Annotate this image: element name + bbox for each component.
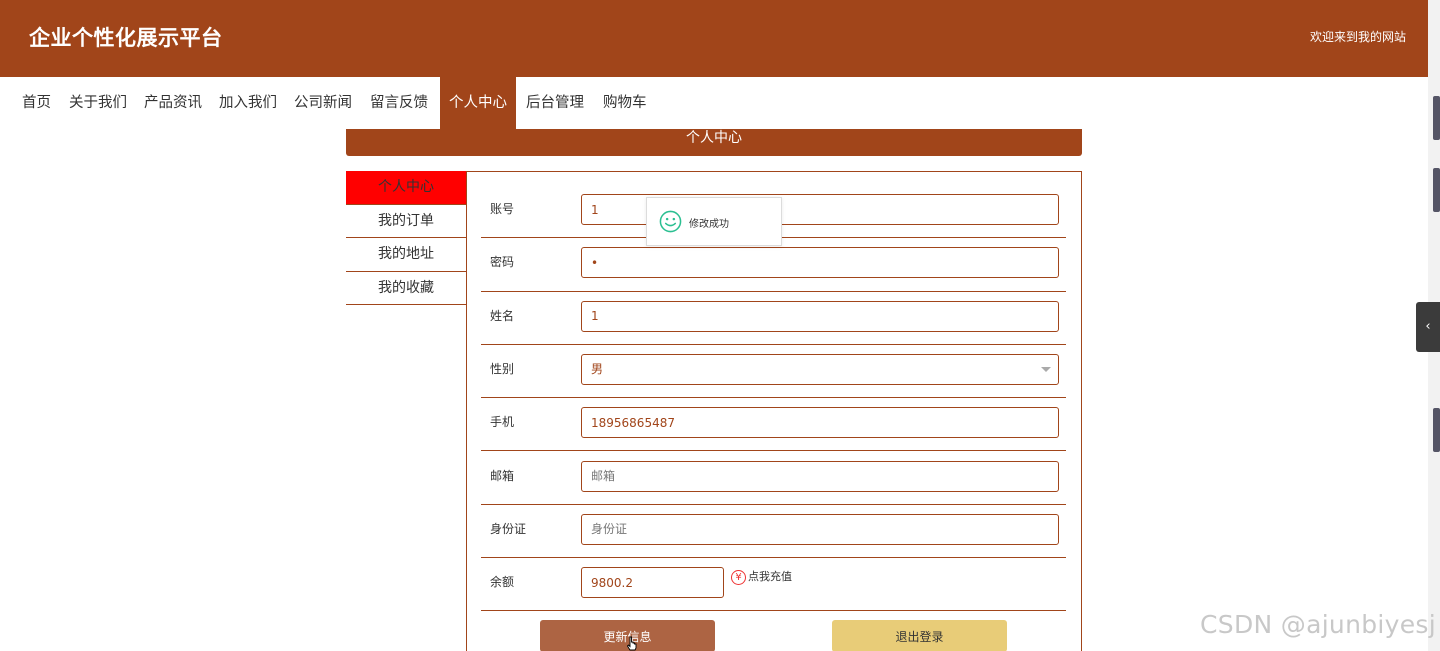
id-card-label: 身份证 <box>490 521 527 536</box>
recharge-link[interactable]: ¥ 点我充值 <box>731 568 792 586</box>
nav-item-home[interactable]: 首页 <box>14 77 59 129</box>
gender-select[interactable]: 男 <box>581 353 1059 385</box>
welcome-text: 欢迎来到我的网站 <box>1309 30 1406 44</box>
side-item-orders[interactable]: 我的订单 <box>346 205 466 238</box>
nav-item-news[interactable]: 公司新闻 <box>286 77 360 129</box>
nav-item-personal-center[interactable]: 个人中心 <box>440 77 516 129</box>
form-row-gender: 性别 男 <box>481 345 1066 399</box>
nav-item-admin[interactable]: 后台管理 <box>518 77 592 129</box>
chevron-left-icon[interactable]: ‹ <box>1416 302 1440 352</box>
form-row-email: 邮箱 <box>481 452 1066 505</box>
form-row-password: 密码 <box>481 238 1066 292</box>
recharge-label: 点我充值 <box>748 570 792 584</box>
password-input[interactable] <box>581 247 1059 279</box>
gutter-marker <box>1433 408 1440 452</box>
yen-icon: ¥ <box>731 569 746 585</box>
site-title: 企业个性化展示平台 <box>29 26 223 50</box>
email-label: 邮箱 <box>490 468 515 483</box>
logout-button[interactable]: 退出登录 <box>832 620 1007 651</box>
side-item-favorites[interactable]: 我的收藏 <box>346 272 466 305</box>
form-row-name: 姓名 <box>481 292 1066 345</box>
panel-title: 个人中心 <box>346 129 1082 156</box>
email-input[interactable] <box>581 460 1059 492</box>
main-nav: 首页 关于我们 产品资讯 加入我们 公司新闻 留言反馈 个人中心 后台管理 购物… <box>0 77 1428 129</box>
nav-item-feedback[interactable]: 留言反馈 <box>362 77 436 129</box>
chevron-down-icon <box>1041 366 1051 372</box>
gender-label: 性别 <box>490 361 515 376</box>
name-input[interactable] <box>581 300 1059 332</box>
hand-cursor-icon <box>626 636 637 651</box>
gutter-marker <box>1433 168 1440 212</box>
form-row-balance: 余额 ¥点我充值 <box>481 558 1066 612</box>
password-label: 密码 <box>490 255 515 270</box>
id-card-input[interactable] <box>581 513 1059 545</box>
form-row-phone: 手机 <box>481 398 1066 452</box>
side-item-personal-center[interactable]: 个人中心 <box>346 171 466 205</box>
success-toast: 修改成功 <box>646 197 782 246</box>
site-header: 企业个性化展示平台 欢迎来到我的网站 <box>0 0 1428 77</box>
watermark: CSDN @ajunbiyesj <box>1200 610 1436 639</box>
side-menu: 个人中心 我的订单 我的地址 我的收藏 <box>346 171 466 305</box>
form-row-id-card: 身份证 <box>481 505 1066 559</box>
balance-label: 余额 <box>490 575 515 590</box>
toast-message: 修改成功 <box>689 219 729 230</box>
nav-item-about[interactable]: 关于我们 <box>61 77 135 129</box>
account-label: 账号 <box>490 202 515 216</box>
nav-item-cart[interactable]: 购物车 <box>595 77 655 129</box>
nav-item-join[interactable]: 加入我们 <box>211 77 285 129</box>
smile-icon <box>659 210 682 233</box>
side-item-address[interactable]: 我的地址 <box>346 238 466 272</box>
gender-selected-value: 男 <box>591 361 604 376</box>
gutter-marker <box>1433 96 1440 140</box>
nav-item-products[interactable]: 产品资讯 <box>136 77 210 129</box>
name-label: 姓名 <box>490 308 515 323</box>
phone-label: 手机 <box>490 415 515 430</box>
balance-input[interactable] <box>581 567 724 599</box>
phone-input[interactable] <box>581 407 1059 439</box>
